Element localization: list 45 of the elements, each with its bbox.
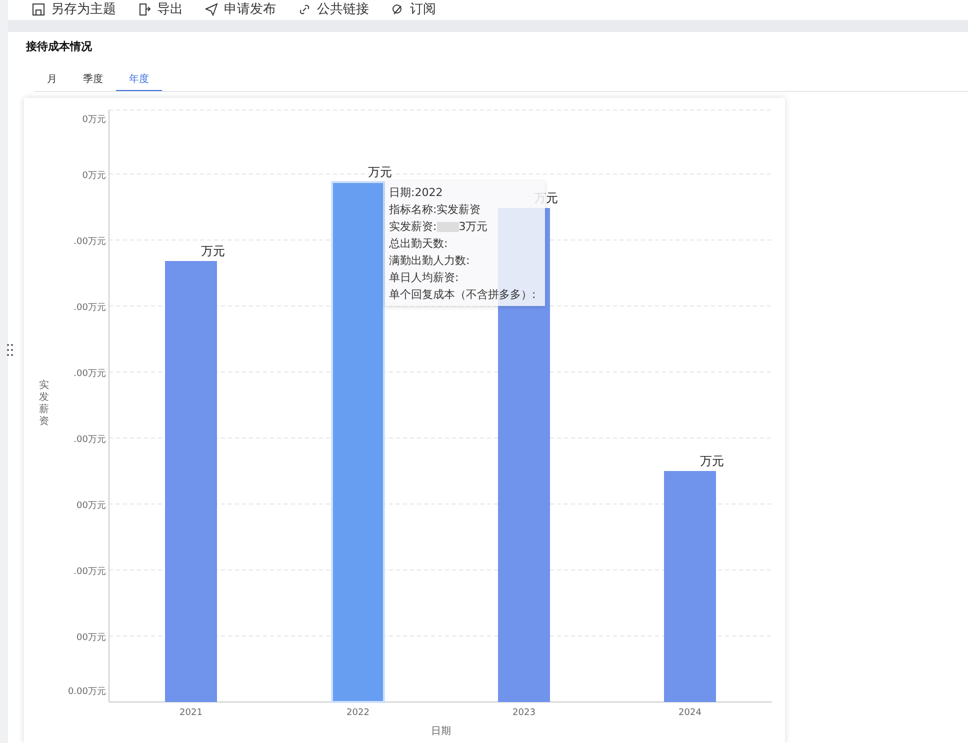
- link-icon: [298, 2, 311, 16]
- y-axis-label: .00万元: [74, 369, 106, 379]
- x-axis-label: 2021: [180, 708, 202, 718]
- y-axis-label: 00万元: [76, 633, 106, 643]
- tab[interactable]: 月: [34, 67, 70, 91]
- y-axis-label: 0.00万元: [68, 687, 106, 697]
- toolbar-button[interactable]: 公共链接: [298, 0, 369, 18]
- toolbar-button[interactable]: 订阅: [391, 0, 436, 18]
- export-icon: [138, 2, 151, 16]
- data-label: 万元: [368, 165, 392, 179]
- y-axis-label: .00万元: [74, 435, 106, 445]
- toolbar-button[interactable]: 申请发布: [205, 0, 276, 18]
- x-axis-label: 2022: [346, 708, 370, 718]
- drag-handle-icon[interactable]: [6, 343, 14, 357]
- send-icon: [205, 2, 218, 16]
- y-axis-label: .00万元: [74, 567, 106, 577]
- y-axis-label: 0万元: [82, 115, 106, 125]
- data-label: 万元: [700, 454, 724, 468]
- data-label: 万元: [534, 191, 558, 205]
- y-axis-label: .00万元: [74, 303, 106, 313]
- y-axis-label: 00万元: [76, 501, 106, 511]
- tooltip-value: 3万元: [458, 219, 488, 234]
- toolbar-button[interactable]: 导出: [138, 0, 183, 18]
- tooltip-text: 指标名称:实发薪资: [389, 202, 481, 217]
- tooltip-text: 单个回复成本（不含拼多多）:: [389, 287, 536, 302]
- tooltip-text: 总出勤天数:: [389, 236, 448, 251]
- redacted-mark: [436, 222, 459, 232]
- tooltip-text: 实发薪资:: [389, 219, 437, 234]
- y-axis-label: .00万元: [74, 237, 106, 247]
- y-axis-title: 实发薪资: [39, 380, 49, 427]
- bar[interactable]: [331, 181, 385, 703]
- data-label: 万元: [201, 244, 225, 258]
- tooltip-text: 满勤出勤人力数:: [389, 253, 470, 268]
- tab[interactable]: 年度: [116, 67, 162, 91]
- tooltip-text: 单日人均薪资:: [389, 270, 459, 285]
- toolbar-button[interactable]: 另存为主题: [32, 0, 116, 18]
- tab[interactable]: 季度: [70, 67, 116, 91]
- save-icon: [32, 2, 45, 16]
- y-axis-label: 0万元: [82, 171, 106, 181]
- x-axis-title: 日期: [431, 726, 451, 737]
- panel-title: 接待成本情况: [24, 39, 93, 55]
- x-axis-label: 2023: [512, 708, 536, 718]
- x-axis-label: 2024: [678, 708, 702, 718]
- subscribe-icon: [391, 2, 404, 16]
- tooltip-text: 日期:2022: [389, 185, 443, 200]
